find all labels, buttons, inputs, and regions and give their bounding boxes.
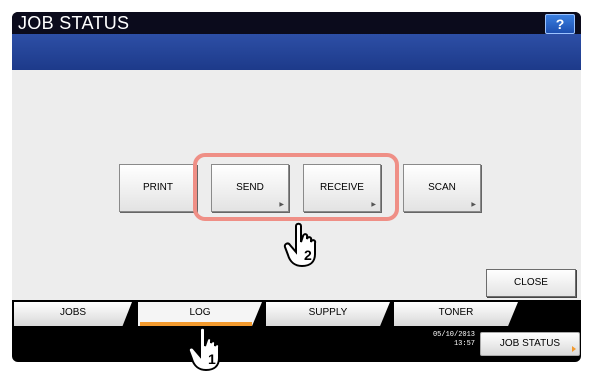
status-band: [12, 34, 581, 70]
window-title: JOB STATUS: [18, 13, 130, 33]
tab-supply[interactable]: SUPPLY: [266, 302, 390, 326]
date-text: 05/10/2013: [432, 331, 475, 339]
job-status-button[interactable]: JOB STATUS: [480, 332, 580, 356]
time-text: 13:57: [453, 340, 475, 348]
tab-toner[interactable]: TONER: [394, 302, 518, 326]
selection-highlight: [193, 153, 399, 221]
tab-log-label: LOG: [189, 307, 211, 318]
close-label: CLOSE: [514, 277, 548, 288]
submenu-arrow-icon: ▶: [471, 202, 476, 208]
scan-label: SCAN: [428, 182, 456, 193]
help-button[interactable]: ?: [545, 14, 575, 34]
pointing-hand-icon: 2: [283, 222, 317, 268]
tab-log[interactable]: LOG: [138, 302, 262, 326]
date-time-display: 05/10/2013 13:57: [423, 331, 475, 349]
step-2-number: 2: [304, 247, 312, 263]
tab-jobs-label: JOBS: [59, 307, 87, 318]
scan-button[interactable]: SCAN ▶: [403, 164, 481, 212]
tab-supply-label: SUPPLY: [308, 307, 348, 318]
job-status-label: JOB STATUS: [499, 338, 561, 349]
print-button[interactable]: PRINT: [119, 164, 197, 212]
print-label: PRINT: [143, 182, 173, 193]
pointing-hand-icon: 1: [187, 326, 221, 372]
tab-jobs[interactable]: JOBS: [14, 302, 132, 326]
step-1-number: 1: [208, 351, 216, 367]
close-button[interactable]: CLOSE: [486, 269, 576, 297]
title-bar: JOB STATUS ?: [12, 12, 581, 34]
corner-arrow-icon: [572, 346, 576, 352]
tab-toner-label: TONER: [438, 307, 474, 318]
